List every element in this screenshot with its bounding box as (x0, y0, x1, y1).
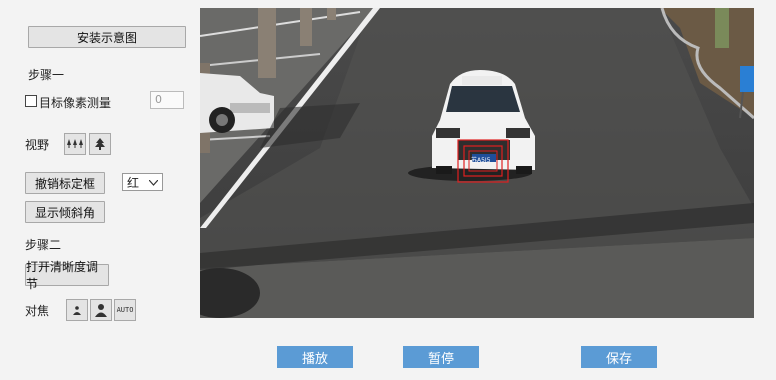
view-narrow-button[interactable] (89, 133, 111, 155)
tree-narrow-icon (95, 138, 105, 150)
trees-wide-icon (67, 139, 83, 148)
play-button[interactable]: 播放 (277, 346, 353, 368)
person-large-icon (95, 304, 107, 317)
view-label: 视野 (25, 138, 50, 152)
cancel-frame-button[interactable]: 撤销标定框 (25, 172, 105, 194)
view-wide-button[interactable] (64, 133, 86, 155)
color-select[interactable]: 红 (122, 173, 163, 191)
focus-label: 对焦 (25, 304, 50, 318)
clarity-adjust-button[interactable]: 打开清晰度调节 (25, 260, 109, 291)
focus-far-button[interactable] (90, 299, 112, 321)
show-tilt-button[interactable]: 显示倾斜角 (25, 201, 105, 223)
video-preview[interactable]: 苏A5J5 (200, 8, 754, 318)
step2-label: 步骤二 (25, 238, 62, 252)
license-plate-text: 苏A5J5 (471, 157, 491, 164)
step1-label: 步骤一 (28, 68, 65, 82)
save-button[interactable]: 保存 (581, 346, 657, 368)
person-small-icon (73, 305, 81, 315)
chevron-down-icon (149, 180, 158, 186)
color-select-value: 红 (127, 175, 140, 190)
focus-auto-button[interactable]: AUTO (114, 299, 136, 321)
target-pixel-checkbox[interactable] (25, 95, 37, 107)
target-pixel-input[interactable]: 0 (150, 91, 184, 109)
focus-near-button[interactable] (66, 299, 88, 321)
pause-button[interactable]: 暂停 (403, 346, 479, 368)
install-diagram-button[interactable]: 安装示意图 (28, 26, 186, 48)
target-pixel-checkbox-label: 目标像素测量 (39, 96, 112, 110)
